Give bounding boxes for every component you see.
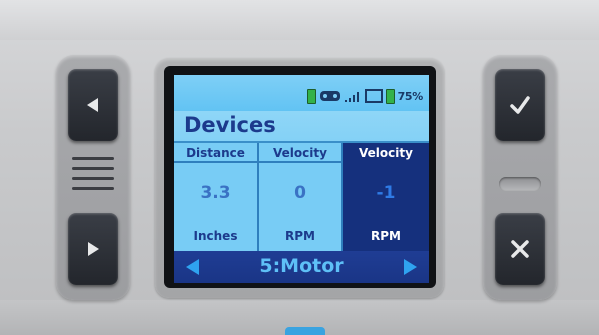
speaker-grille: [72, 157, 114, 160]
panel-distance[interactable]: Distance 3.3 Inches: [174, 143, 259, 251]
battery-icon: [306, 88, 316, 104]
right-button[interactable]: [68, 213, 118, 285]
screen-icon: [364, 89, 383, 103]
triangle-left-icon: [87, 98, 98, 112]
signal-icon: [344, 92, 359, 102]
page-title: Devices: [184, 113, 276, 137]
panel-header: Distance: [174, 143, 257, 163]
brain-battery-icon: [385, 88, 395, 104]
speaker-grille: [72, 167, 114, 170]
triangle-right-icon: [88, 242, 99, 256]
device-port-label: 5:Motor: [259, 255, 344, 277]
battery-percent: 75%: [397, 89, 424, 103]
brain-device: 75% Devices Distance 3.3 Inches Velocity…: [0, 0, 599, 335]
panel-unit: RPM: [285, 229, 315, 243]
nav-next-arrow-icon[interactable]: [404, 259, 417, 275]
bottom-port: [285, 327, 325, 335]
device-nav-bar: 5:Motor: [174, 251, 429, 283]
panel-value: 0: [294, 183, 306, 203]
speaker-grille: [72, 187, 114, 190]
left-button[interactable]: [68, 69, 118, 141]
title-bar: Devices: [174, 111, 429, 143]
x-icon: [511, 240, 529, 258]
panel-velocity-selected[interactable]: Velocity -1 RPM: [343, 143, 429, 251]
speaker-grille: [72, 177, 114, 180]
right-button-pod: [483, 55, 557, 300]
panel-value: -1: [376, 183, 396, 203]
status-led: [499, 177, 541, 191]
panel-header: Velocity: [343, 143, 429, 163]
check-icon: [510, 96, 530, 114]
status-bar: 75%: [174, 75, 429, 111]
confirm-button[interactable]: [495, 69, 545, 141]
top-band: [0, 0, 599, 40]
cancel-button[interactable]: [495, 213, 545, 285]
device-panels: Distance 3.3 Inches Velocity 0 RPM Veloc…: [174, 143, 429, 251]
panel-velocity[interactable]: Velocity 0 RPM: [259, 143, 343, 251]
panel-value: 3.3: [200, 183, 231, 203]
panel-unit: RPM: [371, 229, 401, 243]
controller-icon: [319, 91, 340, 101]
panel-unit: Inches: [193, 229, 238, 243]
status-icons: 75%: [306, 88, 424, 104]
screen: 75% Devices Distance 3.3 Inches Velocity…: [174, 75, 429, 283]
panel-header: Velocity: [259, 143, 341, 163]
left-button-pod: [56, 55, 130, 300]
